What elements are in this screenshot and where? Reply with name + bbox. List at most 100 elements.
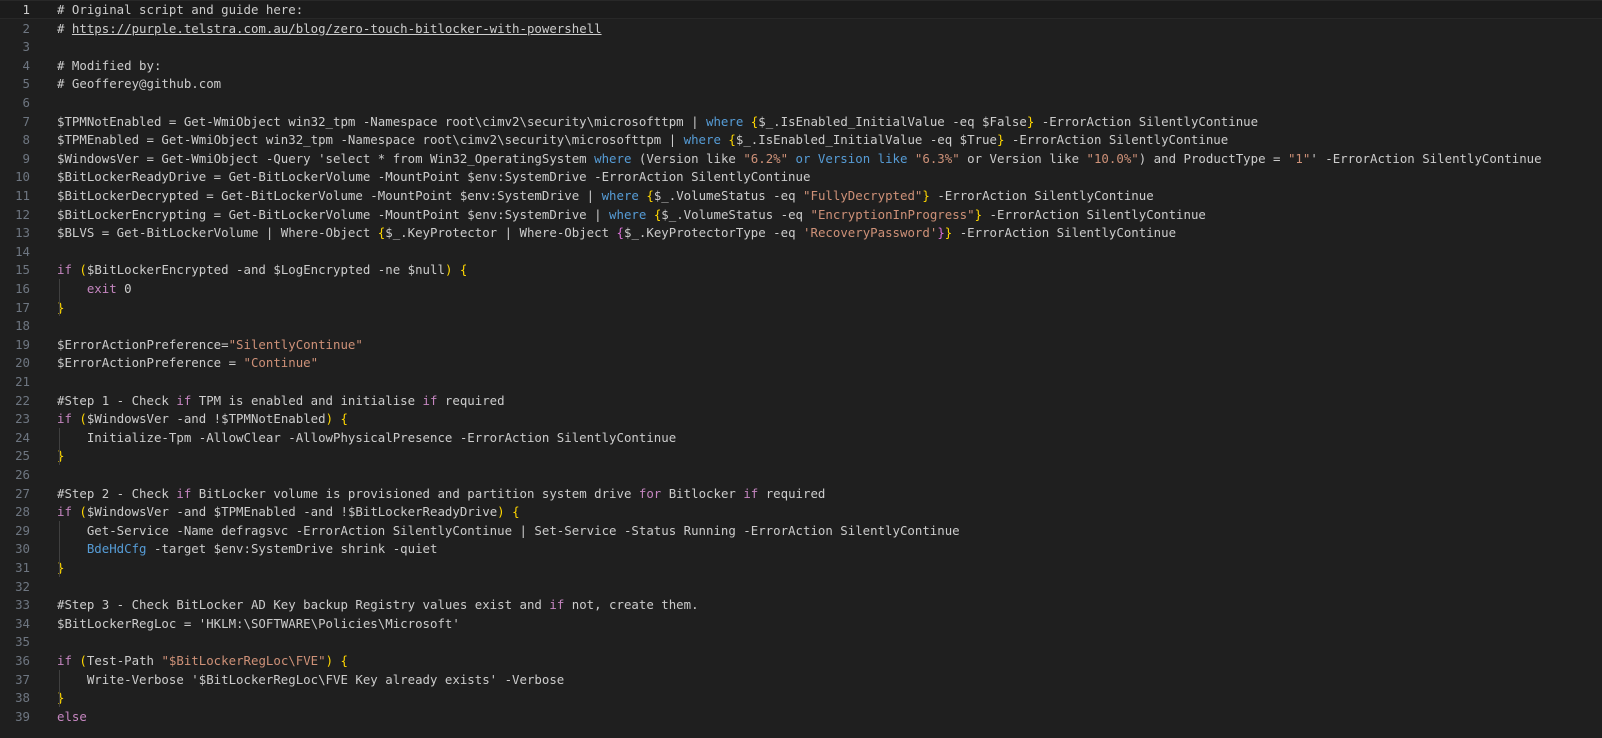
code-token: if — [176, 392, 192, 408]
code-line[interactable]: 6 — [0, 93, 1602, 112]
line-number: 1 — [22, 2, 30, 17]
code-line[interactable]: 2 # https://purple.telstra.com.au/blog/ze… — [0, 19, 1602, 38]
code-token: $_.IsEnabled_InitialValue -eq $True — [735, 132, 997, 148]
line-number: 30 — [15, 541, 30, 557]
code-line[interactable]: 8 $TPMEnabled = Get-WmiObject win32_tpm -… — [0, 130, 1602, 149]
code-token: if — [743, 485, 759, 501]
code-text: $BitLockerRegLoc = 'HKLM:\SOFTWARE\Polic… — [57, 614, 460, 633]
code-token: Test-Path — [86, 653, 162, 668]
code-line[interactable]: 11 $BitLockerDecrypted = Get-BitLockerVol… — [0, 186, 1602, 205]
indent-guide — [59, 427, 60, 465]
code-line[interactable]: 12 $BitLockerEncrypting = Get-BitLockerVo… — [0, 205, 1602, 224]
code-line[interactable]: 7 $TPMNotEnabled = Get-WmiObject win32_tp… — [0, 112, 1602, 131]
code-line[interactable]: 14 — [0, 242, 1602, 261]
line-number: 37 — [15, 671, 30, 687]
code-line[interactable]: 37 Write-Verbose '$BitLockerRegLoc\FVE K… — [0, 670, 1602, 689]
code-line[interactable]: 16 exit 0 — [0, 279, 1602, 298]
code-token: TPM is enabled and initialise — [191, 392, 423, 408]
code-token: ) — [325, 653, 334, 668]
code-line[interactable]: 10 $BitLockerReadyDrive = Get-BitLockerVo… — [0, 167, 1602, 186]
code-line[interactable]: 4 # Modified by: — [0, 56, 1602, 75]
code-token: or Version like — [788, 150, 915, 166]
code-text: $WindowsVer = Get-WmiObject -Query 'sele… — [57, 149, 1542, 168]
code-token: https://purple.telstra.com.au/blog/zero-… — [71, 20, 602, 36]
code-line[interactable]: 5 # Geofferey@github.com — [0, 74, 1602, 93]
code-token: -target $env:SystemDrive shrink -quiet — [146, 541, 438, 557]
code-text: $ErrorActionPreference = "Continue" — [57, 353, 318, 372]
code-token: -ErrorAction SilentlyContinue — [1034, 113, 1259, 129]
code-token: $BitLockerRegLoc = 'HKLM:\SOFTWARE\Polic… — [57, 615, 460, 631]
code-text: Write-Verbose '$BitLockerRegLoc\FVE Key … — [57, 670, 564, 689]
code-token: ( — [79, 411, 87, 427]
code-token: -ErrorAction SilentlyContinue — [1004, 132, 1229, 148]
line-number: 8 — [22, 132, 30, 148]
code-token: exit — [86, 281, 117, 296]
line-number: 21 — [15, 374, 30, 389]
code-token: Write-Verbose '$BitLockerRegLoc\FVE Key … — [57, 671, 565, 687]
code-line[interactable]: 31} — [0, 558, 1602, 577]
code-token: $BitLockerReadyDrive = Get-BitLockerVolu… — [57, 169, 811, 185]
code-line[interactable]: 21 — [0, 372, 1602, 391]
code-token: ( — [79, 262, 87, 278]
code-token: { — [512, 504, 520, 520]
line-number: 3 — [22, 39, 30, 55]
code-line[interactable]: 30 BdeHdCfg -target $env:SystemDrive shr… — [0, 539, 1602, 558]
code-line[interactable]: 24 Initialize-Tpm -AllowClear -AllowPhys… — [0, 428, 1602, 447]
code-line[interactable]: 19 $ErrorActionPreference="SilentlyContin… — [0, 335, 1602, 354]
code-token: if — [549, 597, 565, 613]
line-number: 35 — [15, 634, 30, 650]
code-line[interactable]: 1 # Original script and guide here: — [0, 0, 1602, 19]
code-text: # https://purple.telstra.com.au/blog/zer… — [57, 19, 602, 38]
code-token: required — [437, 392, 505, 408]
code-text: $BLVS = Get-BitLockerVolume | Where-Obje… — [57, 223, 1176, 242]
code-line[interactable]: 15 if ($BitLockerEncrypted -and $LogEncry… — [0, 260, 1602, 279]
code-line[interactable]: 27 #Step 2 - Check if BitLocker volume is… — [0, 484, 1602, 503]
code-token: $TPMEnabled = Get-WmiObject win32_tpm -N… — [57, 132, 684, 148]
code-token: ) — [497, 504, 505, 520]
code-token: BdeHdCfg — [86, 541, 147, 557]
line-number: 2 — [22, 20, 30, 36]
code-token: if — [57, 262, 72, 278]
code-line[interactable]: 9 $WindowsVer = Get-WmiObject -Query 'sel… — [0, 149, 1602, 168]
code-text: else — [57, 707, 87, 726]
line-number: 20 — [15, 355, 30, 371]
code-token: { — [459, 262, 468, 278]
code-text: # Geofferey@github.com — [57, 74, 221, 93]
code-line[interactable]: 18 — [0, 316, 1602, 335]
code-token: # Original script and guide here: — [57, 2, 304, 17]
code-text: $ErrorActionPreference="SilentlyContinue… — [57, 335, 363, 354]
code-line[interactable]: 36 if (Test-Path "$BitLockerRegLoc\FVE") … — [0, 651, 1602, 670]
code-line[interactable]: 23 if ($WindowsVer -and !$TPMNotEnabled) … — [0, 409, 1602, 428]
code-token: where — [601, 188, 639, 203]
code-line[interactable]: 25} — [0, 446, 1602, 465]
code-line[interactable]: 3 — [0, 37, 1602, 56]
code-token: { — [646, 188, 654, 203]
code-line[interactable]: 34 $BitLockerRegLoc = 'HKLM:\SOFTWARE\Pol… — [0, 614, 1602, 633]
code-token: (Version like — [631, 150, 744, 166]
code-line[interactable]: 26 — [0, 465, 1602, 484]
code-text: exit 0 — [57, 279, 132, 298]
line-number: 7 — [22, 113, 30, 129]
code-token: #Step 3 - Check BitLocker AD Key backup … — [57, 597, 550, 613]
code-line[interactable]: 20 $ErrorActionPreference = "Continue" — [0, 353, 1602, 372]
line-number: 29 — [15, 522, 30, 538]
code-line[interactable]: 33 #Step 3 - Check BitLocker AD Key backu… — [0, 595, 1602, 614]
code-line[interactable]: 28 if ($WindowsVer -and $TPMEnabled -and … — [0, 502, 1602, 521]
code-line[interactable]: 38} — [0, 688, 1602, 707]
code-token: "1" — [1287, 150, 1311, 166]
code-line[interactable]: 39 else — [0, 707, 1602, 726]
code-text: if ($WindowsVer -and $TPMEnabled -and !$… — [57, 502, 520, 521]
code-line[interactable]: 29 Get-Service -Name defragsvc -ErrorAct… — [0, 521, 1602, 540]
code-token: $_.VolumeStatus -eq — [661, 206, 811, 222]
code-token: 'RecoveryPassword' — [803, 225, 938, 241]
code-text: $BitLockerDecrypted = Get-BitLockerVolum… — [57, 186, 1154, 205]
code-line[interactable]: 32 — [0, 577, 1602, 596]
code-line[interactable]: 17} — [0, 298, 1602, 317]
code-line[interactable]: 22 #Step 1 - Check if TPM is enabled and … — [0, 391, 1602, 410]
code-token: $_.IsEnabled_InitialValue -eq $False — [758, 113, 1027, 129]
code-editor[interactable]: 1 # Original script and guide here: 2 # htt… — [0, 0, 1602, 738]
code-line[interactable]: 35 — [0, 632, 1602, 651]
code-line[interactable]: 13 $BLVS = Get-BitLockerVolume | Where-Ob… — [0, 223, 1602, 242]
line-number: 15 — [15, 262, 30, 278]
